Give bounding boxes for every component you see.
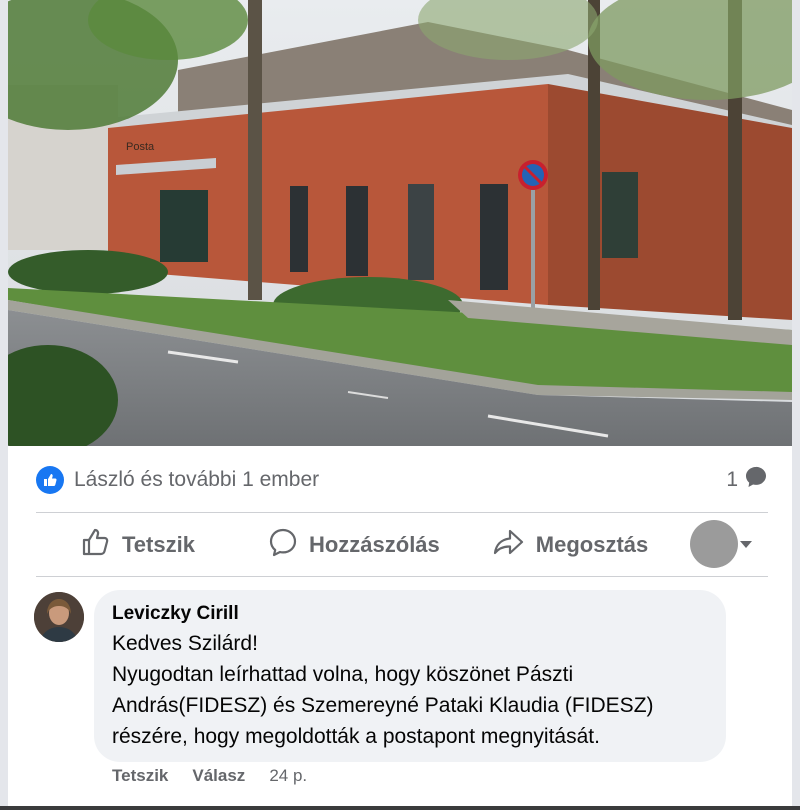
comment-bubble-icon: [744, 465, 768, 495]
profile-avatar: [690, 520, 738, 568]
comment-icon: [267, 526, 309, 564]
comment-bubble: Leviczky Cirill Kedves Szilárd! Nyugodta…: [94, 590, 726, 762]
reaction-profile-selector[interactable]: [690, 520, 754, 568]
comment-text: Kedves Szilárd! Nyugodtan leírhattad vol…: [112, 628, 708, 752]
comment-line: Nyugodtan leírhattad volna, hogy köszöne…: [112, 663, 574, 686]
chevron-down-icon: [740, 540, 752, 548]
avatar-image: [34, 592, 84, 642]
comment-actions: Tetszik Válasz 24 p.: [112, 766, 307, 786]
reactions-text[interactable]: László és további 1 ember: [74, 468, 319, 492]
share-arrow-icon: [492, 526, 536, 564]
comment-button-label: Hozzászólás: [308, 532, 440, 557]
window-bottom-edge: [0, 806, 800, 810]
svg-text:Posta: Posta: [126, 141, 155, 153]
share-button-label: Megosztás: [535, 532, 649, 557]
comment-button[interactable]: Hozzászólás: [267, 526, 440, 564]
divider-top: [36, 512, 768, 513]
comment-timestamp[interactable]: 24 p.: [269, 766, 307, 786]
like-button-label: Tetszik: [122, 532, 195, 557]
like-badge-icon: [36, 466, 64, 494]
share-button[interactable]: Megosztás: [492, 526, 648, 564]
comment-count-number: 1: [726, 468, 738, 491]
post-photo[interactable]: Posta: [8, 0, 792, 446]
like-button[interactable]: Tetszik: [80, 526, 195, 564]
comment-reply-link[interactable]: Válasz: [192, 766, 245, 786]
comment-line: Kedves Szilárd!: [112, 632, 258, 655]
comment-like-link[interactable]: Tetszik: [112, 766, 168, 786]
thumbs-up-icon: [80, 526, 122, 564]
post-photo-image: Posta: [8, 0, 792, 446]
post-actions: Tetszik Hozzászólás Megosztás: [36, 516, 768, 574]
commenter-avatar[interactable]: [34, 592, 84, 642]
reactions-summary[interactable]: László és további 1 ember 1: [36, 462, 768, 498]
comment-author[interactable]: Leviczky Cirill: [112, 602, 708, 626]
comment-line: részére, hogy megoldották a postapont me…: [112, 725, 600, 748]
comment-count[interactable]: 1: [726, 465, 768, 495]
comment-line: András(FIDESZ) és Szemereyné Pataki Klau…: [112, 694, 654, 717]
divider-bottom: [36, 576, 768, 577]
